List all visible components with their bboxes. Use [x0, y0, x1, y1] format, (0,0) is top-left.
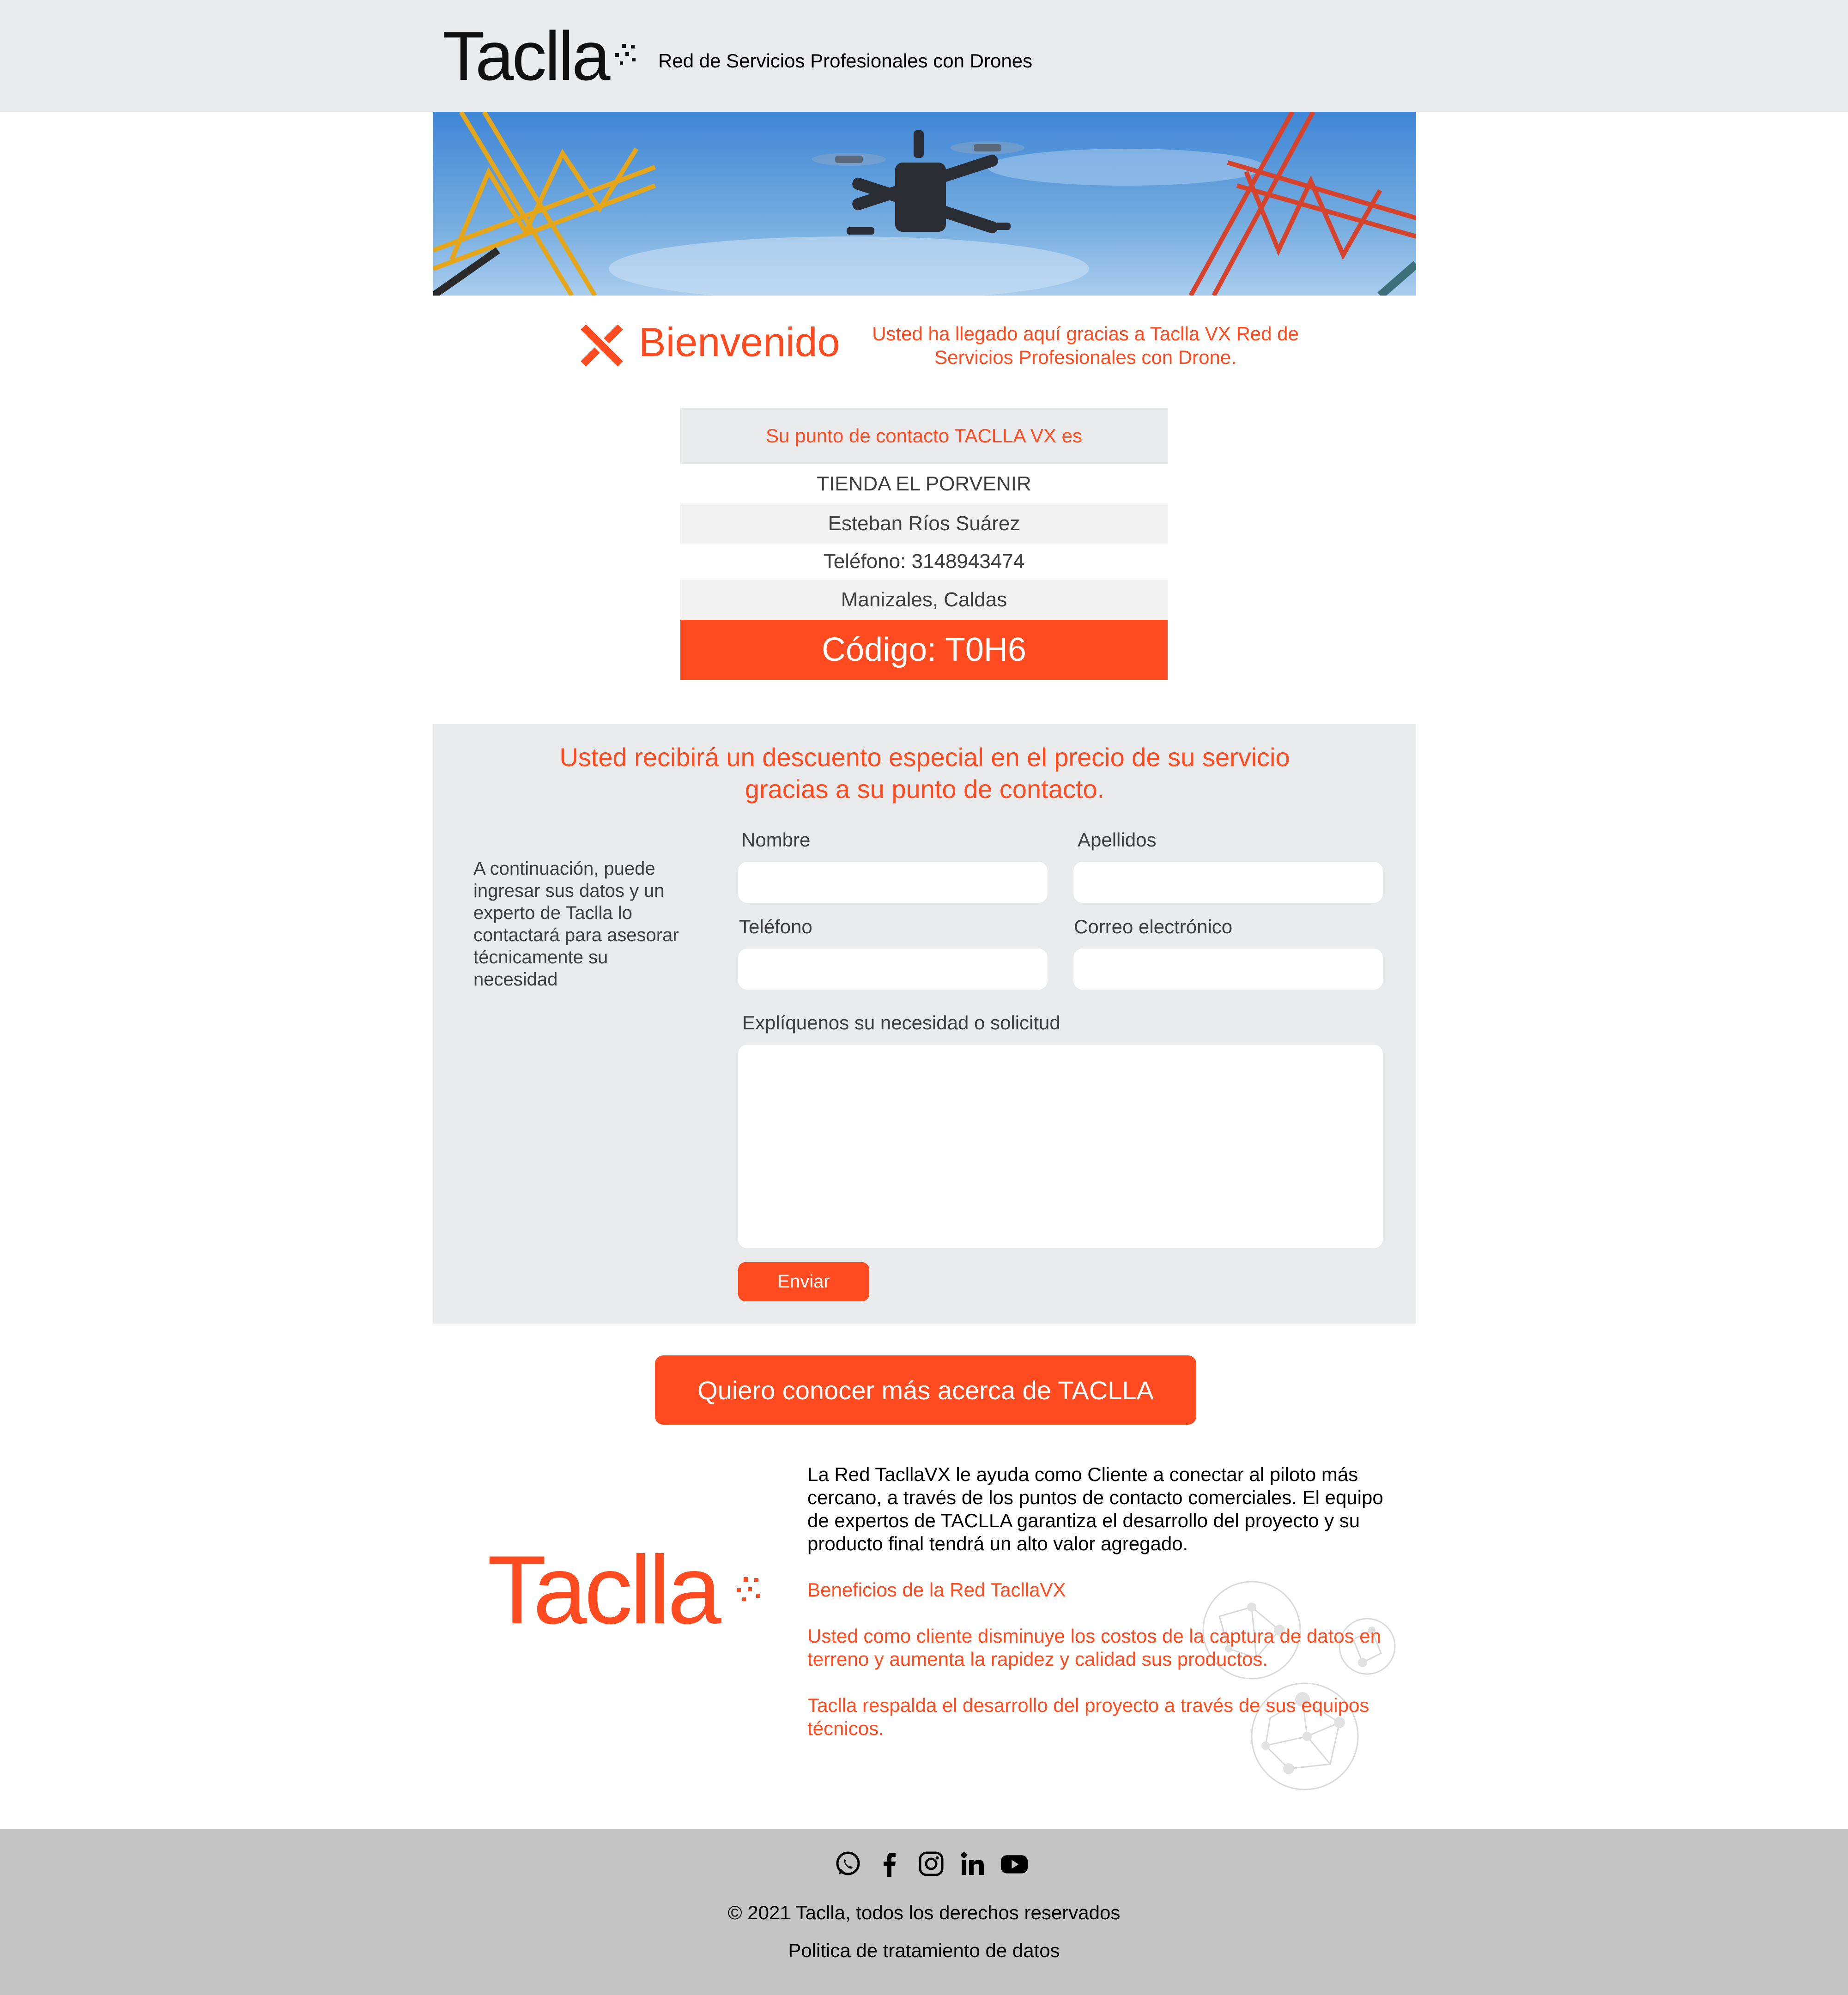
nombre-input[interactable]: [738, 862, 1048, 903]
contact-store: TIENDA EL PORVENIR: [680, 464, 1168, 503]
welcome-text: Usted ha llegado aquí gracias a Taclla V…: [872, 323, 1299, 368]
nombre-label: Nombre: [741, 829, 811, 851]
info-paragraph: La Red TacllaVX le ayuda como Cliente a …: [807, 1463, 1383, 1554]
telefono-input[interactable]: [738, 949, 1048, 990]
correo-input[interactable]: [1073, 949, 1383, 990]
info-section: La Red TacllaVX le ayuda como Cliente a …: [807, 1463, 1399, 1763]
learn-more-button[interactable]: Quiero conocer más acerca de TACLLA: [655, 1355, 1196, 1425]
logo-large-wordmark: Taclla: [487, 1549, 721, 1628]
privacy-policy-link[interactable]: Politica de tratamiento de datos: [0, 1940, 1848, 1962]
contact-code: Código: T0H6: [680, 620, 1168, 680]
telefono-label: Teléfono: [739, 916, 812, 937]
contact-card: Su punto de contacto TACLLA VX es TIENDA…: [680, 408, 1168, 680]
necesidad-textarea[interactable]: [738, 1045, 1383, 1248]
welcome-title: Bienvenido: [639, 319, 840, 365]
benefit-item: Usted como cliente disminuye los costos …: [807, 1625, 1381, 1670]
benefit-item: Taclla respalda el desarrollo del proyec…: [807, 1694, 1369, 1739]
youtube-icon[interactable]: [1000, 1850, 1029, 1878]
discount-line-1: Usted recibirá un descuento especial en …: [559, 743, 1290, 772]
discount-message: Usted recibirá un descuento especial en …: [433, 741, 1416, 805]
taclla-logo-large: Taclla: [487, 1549, 760, 1628]
apellidos-label: Apellidos: [1078, 829, 1157, 851]
social-links: [834, 1850, 1029, 1878]
enviar-button[interactable]: Enviar: [738, 1262, 869, 1301]
necesidad-label: Explíquenos su necesidad o solicitud: [742, 1012, 1060, 1034]
correo-label: Correo electrónico: [1074, 916, 1233, 937]
facebook-icon[interactable]: [875, 1850, 904, 1878]
contact-phone: Teléfono: 3148943474: [680, 544, 1168, 580]
logo-wordmark: Taclla: [442, 21, 611, 90]
contact-city: Manizales, Caldas: [680, 580, 1168, 620]
benefits-title: Beneficios de la Red TacllaVX: [807, 1579, 1066, 1601]
x-icon: [581, 325, 623, 366]
instagram-icon[interactable]: [917, 1850, 945, 1878]
form-intro-text: A continuación, puede ingresar sus datos…: [473, 858, 679, 990]
whatsapp-icon[interactable]: [834, 1850, 862, 1878]
discount-line-2: gracias a su punto de contacto.: [745, 774, 1105, 804]
linkedin-icon[interactable]: [958, 1850, 987, 1878]
contact-card-heading: Su punto de contacto TACLLA VX es: [680, 408, 1168, 464]
contact-person: Esteban Ríos Suárez: [680, 503, 1168, 544]
apellidos-input[interactable]: [1073, 862, 1383, 903]
header-tagline: Red de Servicios Profesionales con Drone…: [658, 50, 1033, 72]
copyright-text: © 2021 Taclla, todos los derechos reserv…: [727, 1902, 1121, 1923]
hero-image: [433, 112, 1416, 296]
taclla-logo[interactable]: Taclla: [442, 21, 636, 90]
